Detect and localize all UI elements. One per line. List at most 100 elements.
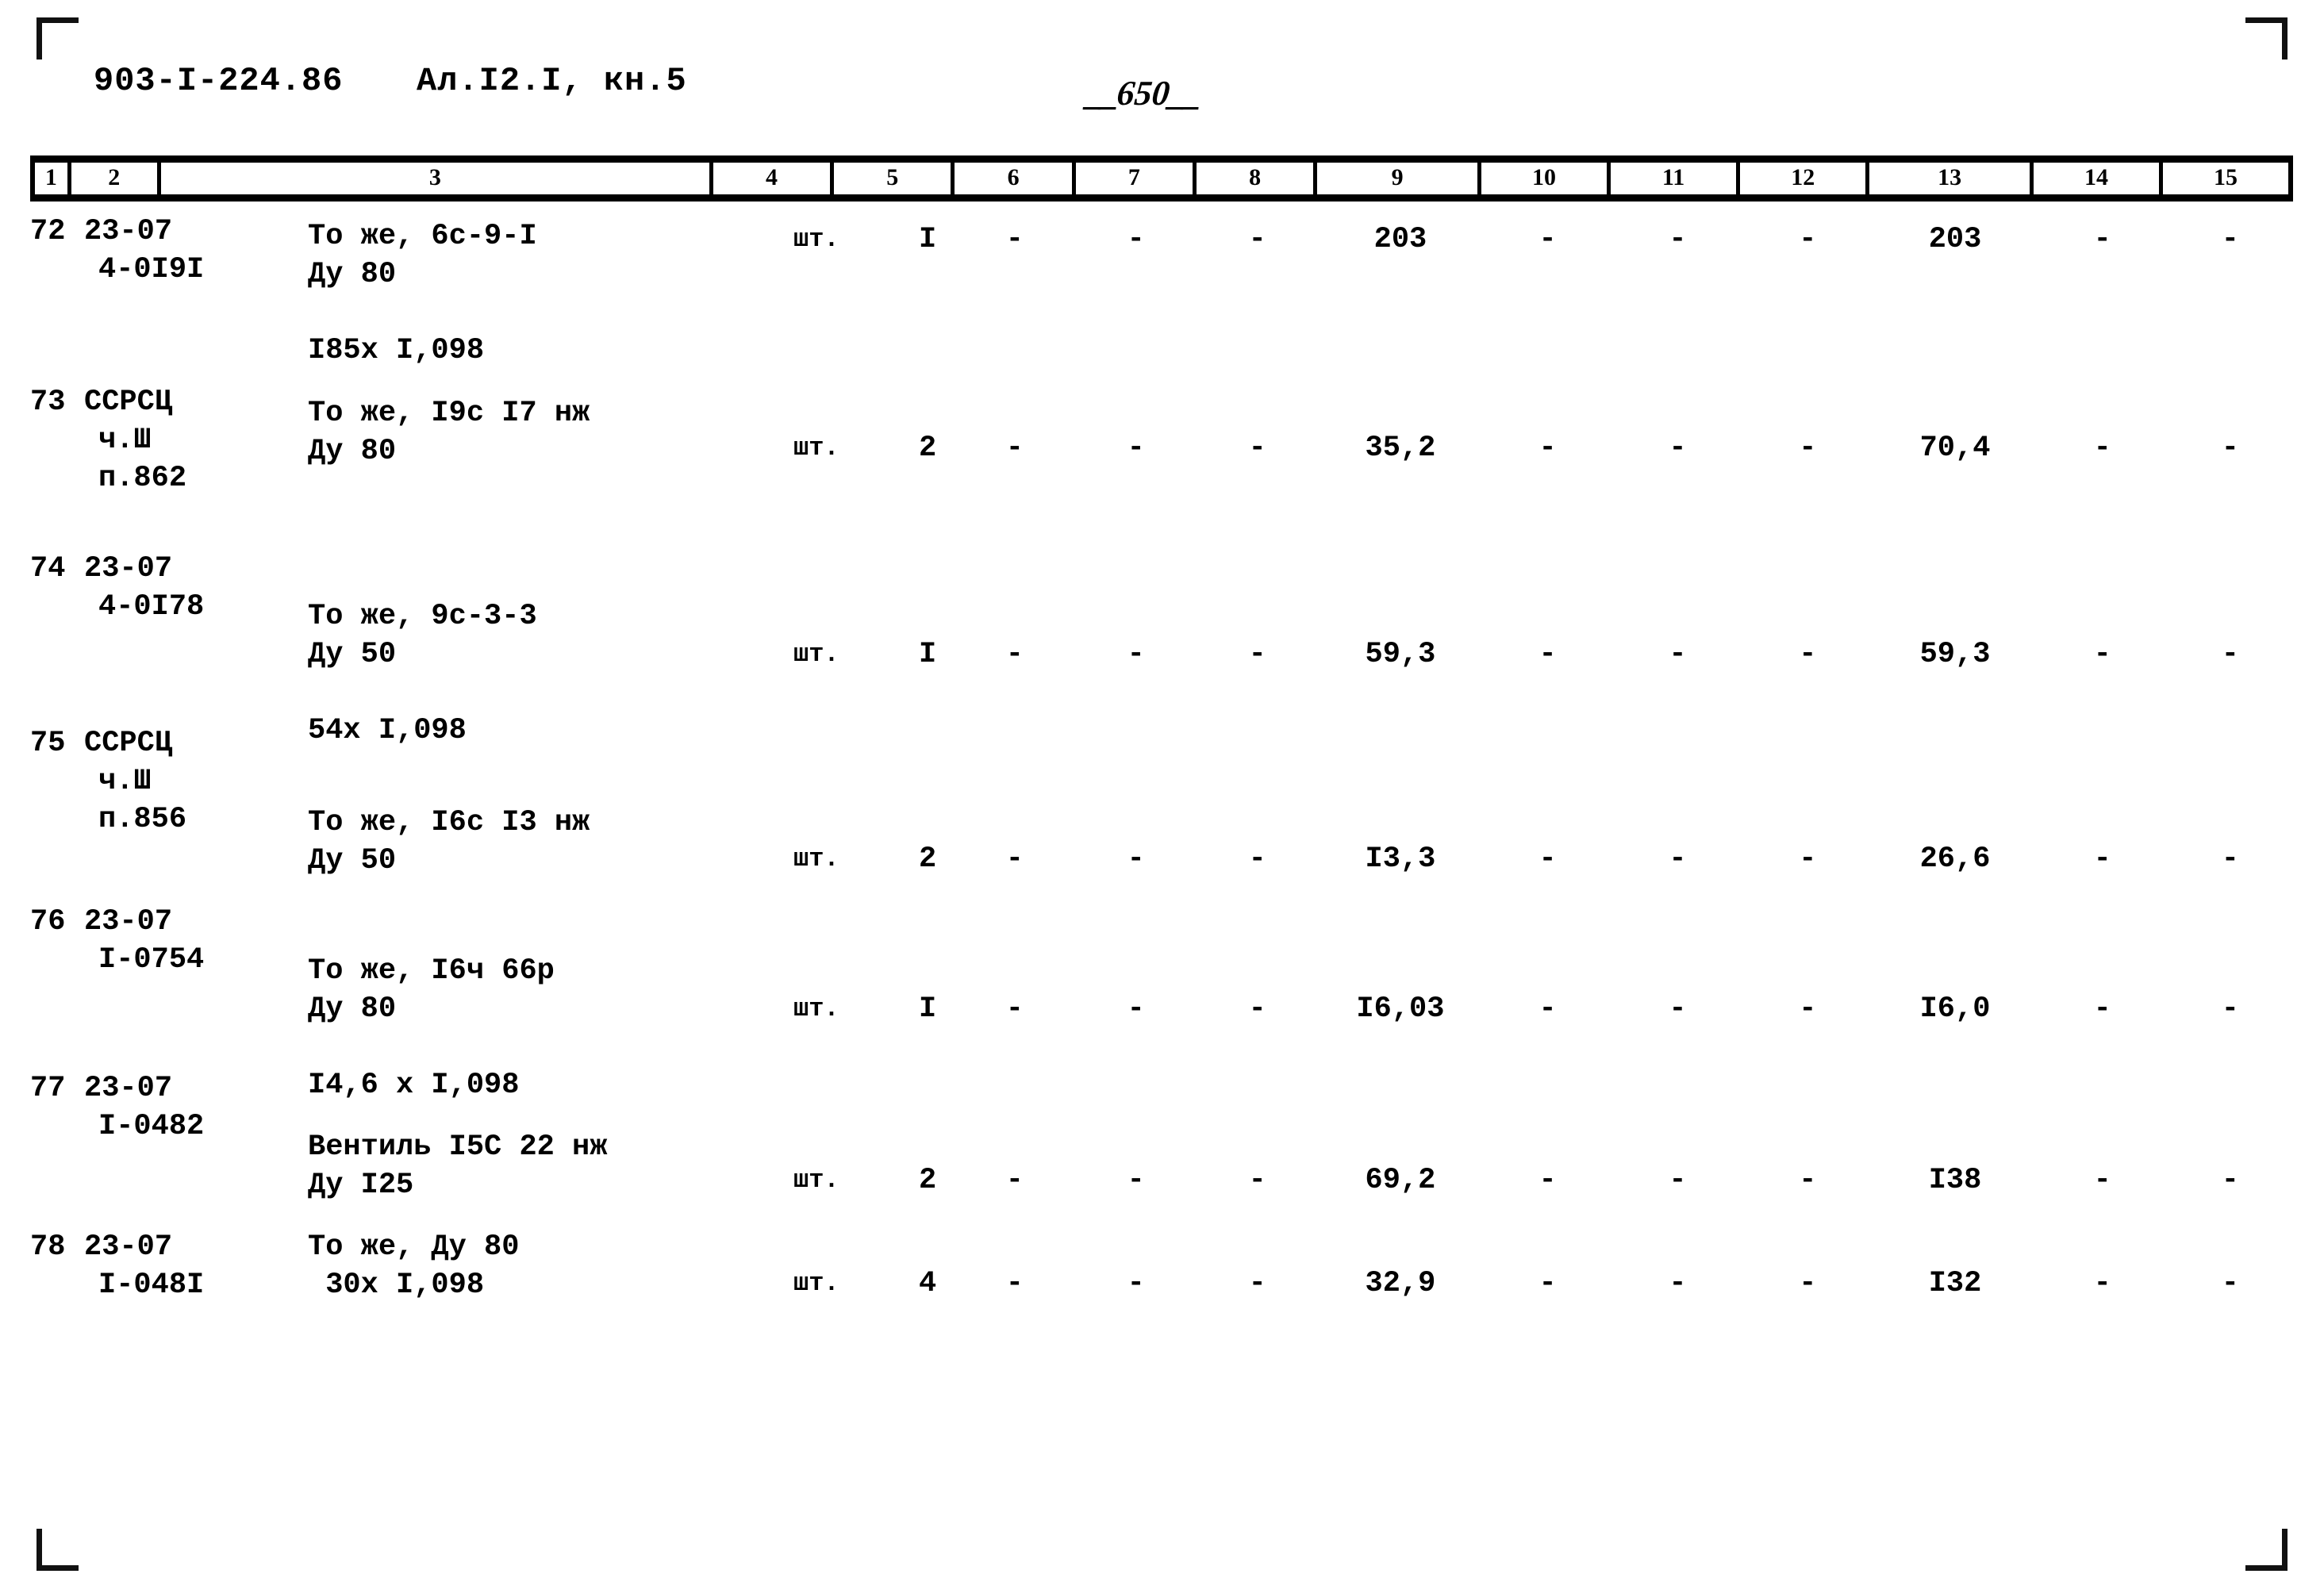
row-description-line: Ду 80 [308, 258, 397, 291]
table-row: 76 23-07 I-0754 То же, I6ч 66р Ду 80 I4,6 х … [30, 903, 2293, 1102]
table-row: 77 23-07 I-0482 Вентиль I5С 22 нж Ду I25 шт. 2… [30, 1069, 2293, 1228]
row-col14-value: - [2093, 223, 2111, 256]
row-col15-value: - [2221, 992, 2239, 1026]
row-description-line: То же, Ду 80 [308, 1230, 520, 1264]
page-number-prefix: __ [1085, 74, 1120, 113]
row-position-number: 78 [30, 1230, 66, 1264]
column-header-4: 4 [713, 163, 835, 194]
row-code-reference: 23-07 4-0I78 [84, 550, 204, 626]
row-col10-value: - [1538, 992, 1557, 1026]
row-unit: шт. [793, 1165, 839, 1195]
row-col11-value: - [1669, 638, 1687, 671]
row-code-line: ССРСЦ [84, 727, 173, 760]
row-col15-value: - [2221, 843, 2239, 876]
row-quantity: 4 [919, 1267, 937, 1300]
column-header-9: 9 [1317, 163, 1481, 194]
row-code-line: I-0482 [98, 1110, 205, 1143]
row-description-line: 30х I,098 [308, 1269, 485, 1302]
row-col9-value: 69,2 [1365, 1164, 1436, 1197]
crop-mark-bottom-left [36, 1529, 79, 1571]
row-description-line [308, 1028, 555, 1066]
row-col6-value: - [1005, 992, 1024, 1026]
row-col14-value: - [2093, 432, 2111, 465]
row-col6-value: - [1005, 1267, 1024, 1300]
table-row: 72 23-07 4-0I9I То же, 6с-9-I Ду 80 I85х I,0… [30, 213, 2293, 371]
row-col13-value: 203 [1928, 223, 1982, 256]
row-code-line: 4-0I78 [98, 590, 205, 624]
page-number-value: 650 [1115, 74, 1172, 113]
row-description-line: То же, I9с I7 нж [308, 397, 590, 430]
column-header-8: 8 [1197, 163, 1318, 194]
row-col6-value: - [1005, 843, 1024, 876]
row-col11-value: - [1669, 1164, 1687, 1197]
row-col12-value: - [1799, 638, 1817, 671]
row-col10-value: - [1538, 1267, 1557, 1300]
row-col13-value: 26,6 [1919, 843, 1991, 876]
row-col13-value: I32 [1928, 1267, 1982, 1300]
row-col11-value: - [1669, 1267, 1687, 1300]
table-column-header-row: 1 2 3 4 5 6 7 8 9 10 11 12 13 14 15 [30, 155, 2293, 202]
row-col8-value: - [1248, 432, 1266, 465]
row-code-line: I-048I [98, 1269, 205, 1302]
column-header-12: 12 [1740, 163, 1870, 194]
document-page: 903-I-224.86 Ал.I2.I, кн.5 __650__ 12345… [0, 0, 2324, 1593]
row-col9-value: 35,2 [1365, 432, 1436, 465]
row-description-line: Ду 80 [308, 435, 397, 468]
row-unit: шт. [793, 225, 839, 254]
row-code-line: 23-07 [84, 215, 173, 248]
row-col7-value: - [1127, 992, 1145, 1026]
row-col13-value: I38 [1928, 1164, 1982, 1197]
row-description: То же, I6с I3 нж Ду 50 [308, 804, 590, 880]
row-col15-value: - [2221, 1267, 2239, 1300]
row-code-reference: 23-07 4-0I9I [84, 213, 204, 289]
row-quantity: I [919, 638, 937, 671]
row-col9-value: I6,03 [1356, 992, 1445, 1026]
row-description-line: Ду I25 [308, 1169, 414, 1202]
row-position-number: 77 [30, 1072, 66, 1105]
row-description-line [308, 294, 537, 332]
row-col9-value: 59,3 [1365, 638, 1436, 671]
row-code-line: ч.Ш [98, 765, 152, 798]
row-col8-value: - [1248, 638, 1266, 671]
row-unit: шт. [793, 433, 839, 463]
row-code-line: 23-07 [84, 552, 173, 585]
row-quantity: I [919, 992, 937, 1026]
row-col7-value: - [1127, 1164, 1145, 1197]
row-description-line: I85х I,098 [308, 334, 485, 367]
row-col9-value: 203 [1373, 223, 1427, 256]
row-description-line: Вентиль I5С 22 нж [308, 1130, 608, 1164]
row-col14-value: - [2093, 992, 2111, 1026]
row-position-number: 72 [30, 215, 66, 248]
row-col8-value: - [1248, 1164, 1266, 1197]
row-col6-value: - [1005, 638, 1024, 671]
row-description: Вентиль I5С 22 нж Ду I25 [308, 1128, 607, 1204]
row-col12-value: - [1799, 843, 1817, 876]
row-description: То же, Ду 80 30х I,098 [308, 1228, 519, 1304]
row-quantity: 2 [919, 432, 937, 465]
crop-mark-top-right [2245, 17, 2288, 59]
page-number-suffix: __ [1167, 74, 1202, 113]
row-unit: шт. [793, 994, 839, 1023]
row-col8-value: - [1248, 992, 1266, 1026]
row-col14-value: - [2093, 843, 2111, 876]
row-position-number: 74 [30, 552, 66, 585]
row-code-reference: 23-07 I-0754 [84, 903, 204, 979]
row-quantity: 2 [919, 843, 937, 876]
column-header-5: 5 [834, 163, 955, 194]
row-col7-value: - [1127, 432, 1145, 465]
column-header-6: 6 [955, 163, 1076, 194]
row-description-line: То же, I6ч 66р [308, 954, 555, 988]
row-unit: шт. [793, 1269, 839, 1298]
row-col14-value: - [2093, 638, 2111, 671]
row-code-reference: 23-07 I-048I [84, 1228, 204, 1304]
row-description-line: Ду 50 [308, 844, 397, 877]
column-header-14: 14 [2034, 163, 2164, 194]
row-col9-value: I3,3 [1365, 843, 1436, 876]
row-col13-value: 59,3 [1919, 638, 1991, 671]
row-code-line: 23-07 [84, 905, 173, 939]
table-row: 75 ССРСЦ ч.Ш п.856 То же, I6с I3 нж Ду 50 шт. 2… [30, 724, 2293, 883]
row-position-number: 76 [30, 905, 66, 939]
row-description-line: Ду 50 [308, 638, 397, 671]
row-unit: шт. [793, 844, 839, 873]
row-code-line: ССРСЦ [84, 386, 173, 419]
